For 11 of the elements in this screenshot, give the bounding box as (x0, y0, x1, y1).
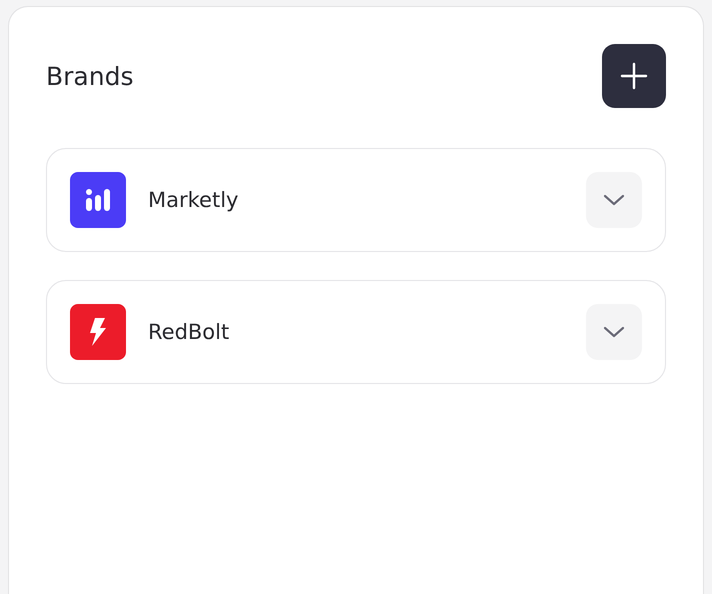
panel-title: Brands (46, 62, 134, 90)
add-button[interactable] (602, 44, 666, 108)
lightning-icon (89, 318, 107, 346)
expand-button[interactable] (586, 304, 642, 360)
plus-icon (620, 62, 648, 90)
brand-name: Marketly (148, 188, 240, 212)
brand-name: RedBolt (148, 320, 230, 344)
bar-chart-icon (85, 187, 111, 213)
expand-button[interactable] (586, 172, 642, 228)
chevron-down-icon (603, 193, 625, 207)
chevron-down-icon (603, 325, 625, 339)
